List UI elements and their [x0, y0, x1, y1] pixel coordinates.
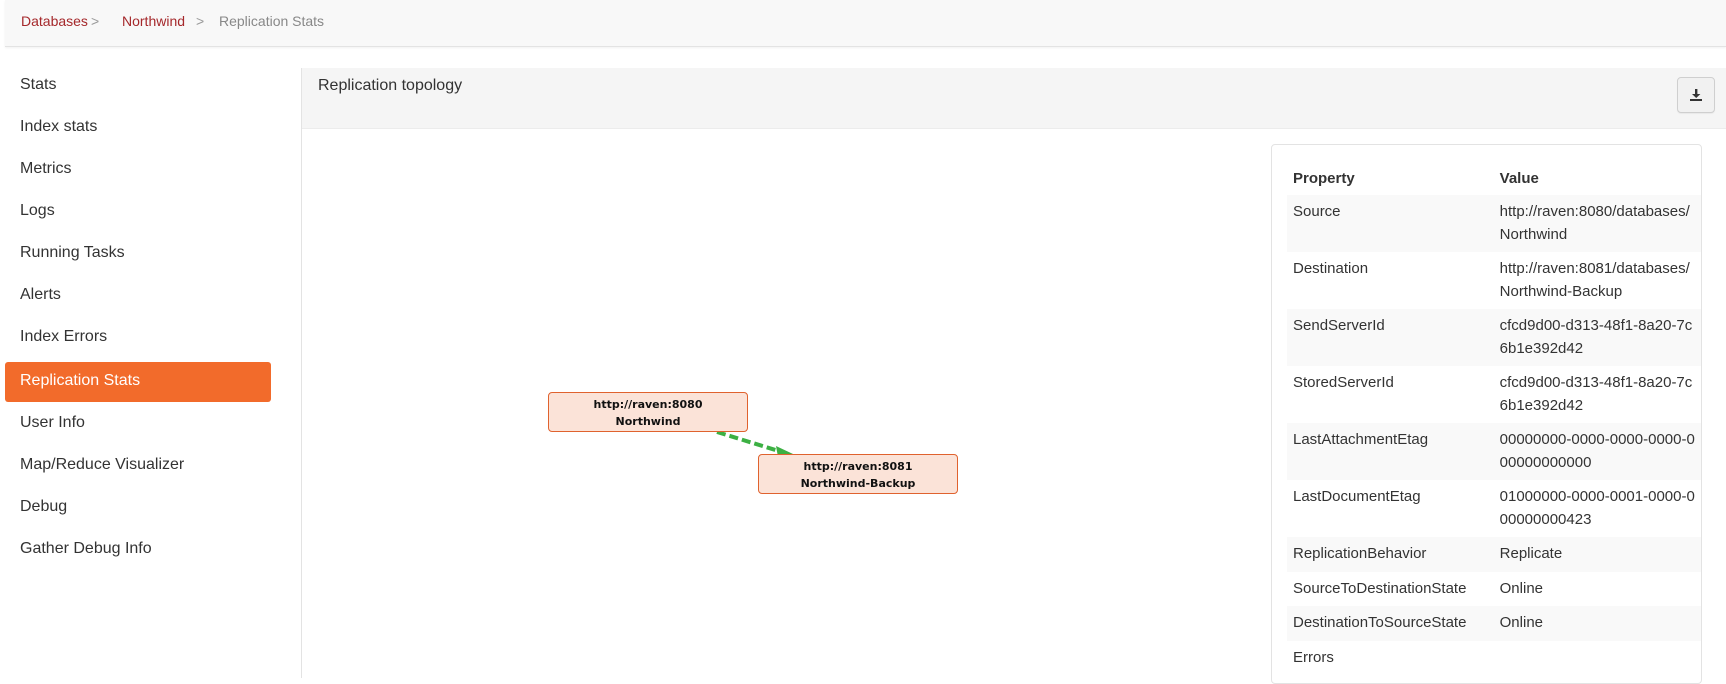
property-key: DestinationToSourceState [1287, 606, 1494, 641]
breadcrumb-northwind[interactable]: Northwind [122, 13, 185, 29]
table-row: LastDocumentEtag 01000000-0000-0001-0000… [1287, 480, 1701, 537]
property-value: Online [1499, 579, 1543, 597]
column-header-value: Value [1499, 170, 1539, 187]
node-name: Northwind-Backup [800, 477, 916, 490]
sidebar-item-map-reduce-visualizer[interactable]: Map/Reduce Visualizer [5, 446, 271, 486]
sidebar-item-label: Index stats [20, 118, 98, 135]
breadcrumb-databases[interactable]: Databases [21, 13, 88, 29]
property-key: SendServerId [1287, 309, 1494, 366]
replication-topology-panel: Replication topology http://raven:8080 N… [301, 68, 1726, 684]
breadcrumb: Databases > Northwind > Replication Stat… [5, 0, 1726, 47]
sidebar-item-label: Index Errors [20, 328, 108, 345]
table-row: Source http://raven:8080/databases/North… [1287, 195, 1701, 252]
table-row: Destination http://raven:8081/databases/… [1287, 252, 1701, 309]
sidebar-item-stats[interactable]: Stats [5, 66, 271, 106]
property-value: http://raven:8081/databases/Northwind-Ba… [1499, 260, 1690, 300]
properties-table: Property Value Source http://raven:8080/… [1287, 162, 1701, 675]
sidebar-item-logs[interactable]: Logs [5, 192, 271, 232]
sidebar-item-user-info[interactable]: User Info [5, 404, 271, 444]
property-value: 00000000-0000-0000-0000-000000000000 [1493, 423, 1701, 480]
sidebar-item-label: User Info [20, 414, 85, 431]
sidebar-item-label: Map/Reduce Visualizer [20, 456, 185, 473]
node-name: Northwind [615, 415, 681, 428]
sidebar-item-label: Stats [20, 76, 57, 93]
property-value: Online [1493, 606, 1701, 641]
sidebar-item-alerts[interactable]: Alerts [5, 276, 271, 316]
property-key: Source [1287, 195, 1494, 252]
property-value [1494, 641, 1701, 676]
property-value: 01000000-0000-0001-0000-000000000423 [1499, 488, 1695, 528]
table-row: Errors [1287, 641, 1701, 676]
sidebar-item-label: Replication Stats [20, 372, 141, 389]
topology-node[interactable]: http://raven:8081 Northwind-Backup [758, 454, 958, 494]
sidebar-item-index-errors[interactable]: Index Errors [5, 318, 271, 358]
property-value: http://raven:8080/databases/Northwind [1493, 195, 1701, 252]
property-key: LastAttachmentEtag [1287, 423, 1494, 480]
sidebar-item-label: Logs [20, 202, 55, 219]
property-value: cfcd9d00-d313-48f1-8a20-7c6b1e392d42 [1493, 309, 1701, 366]
breadcrumb-current: Replication Stats [219, 13, 325, 29]
sidebar-item-label: Alerts [20, 286, 61, 303]
property-key: Destination [1293, 260, 1369, 277]
table-row: SendServerId cfcd9d00-d313-48f1-8a20-7c6… [1287, 309, 1701, 366]
sidebar-item-label: Gather Debug Info [20, 540, 152, 557]
table-row: ReplicationBehavior Replicate [1287, 537, 1701, 572]
table-row: SourceToDestinationState Online [1287, 572, 1701, 607]
breadcrumb-separator: > [196, 13, 205, 29]
breadcrumb-separator: > [91, 13, 100, 29]
sidebar-item-replication-stats[interactable]: Replication Stats [5, 362, 271, 402]
sidebar-item-gather-debug-info[interactable]: Gather Debug Info [5, 530, 271, 570]
node-url: http://raven:8081 [803, 460, 913, 473]
property-value: Replicate [1493, 537, 1701, 572]
download-icon [1690, 89, 1702, 101]
topology-node[interactable]: http://raven:8080 Northwind [548, 392, 748, 432]
replication-edge [716, 430, 783, 454]
sidebar-item-index-stats[interactable]: Index stats [5, 108, 271, 148]
sidebar-item-running-tasks[interactable]: Running Tasks [5, 234, 271, 274]
sidebar-item-label: Debug [20, 498, 68, 515]
column-header-property: Property [1293, 170, 1355, 187]
table-row: DestinationToSourceState Online [1287, 606, 1701, 641]
property-key: ReplicationBehavior [1287, 537, 1494, 572]
property-value: cfcd9d00-d313-48f1-8a20-7c6b1e392d42 [1499, 374, 1693, 414]
node-url: http://raven:8080 [593, 398, 703, 411]
property-key: LastDocumentEtag [1293, 488, 1421, 505]
properties-card: Property Value Source http://raven:8080/… [1271, 144, 1702, 684]
property-key: SourceToDestinationState [1293, 579, 1467, 597]
topology-edges [716, 430, 793, 457]
property-key: StoredServerId [1293, 374, 1394, 391]
sidebar-item-label: Running Tasks [20, 244, 125, 261]
sidebar-item-debug[interactable]: Debug [5, 488, 271, 528]
property-key: Errors [1293, 648, 1334, 666]
table-row: StoredServerId cfcd9d00-d313-48f1-8a20-7… [1287, 366, 1701, 423]
sidebar-item-label: Metrics [20, 160, 72, 177]
table-row: LastAttachmentEtag 00000000-0000-0000-00… [1287, 423, 1701, 480]
sidebar-item-metrics[interactable]: Metrics [5, 150, 271, 190]
download-button[interactable] [1677, 77, 1715, 113]
